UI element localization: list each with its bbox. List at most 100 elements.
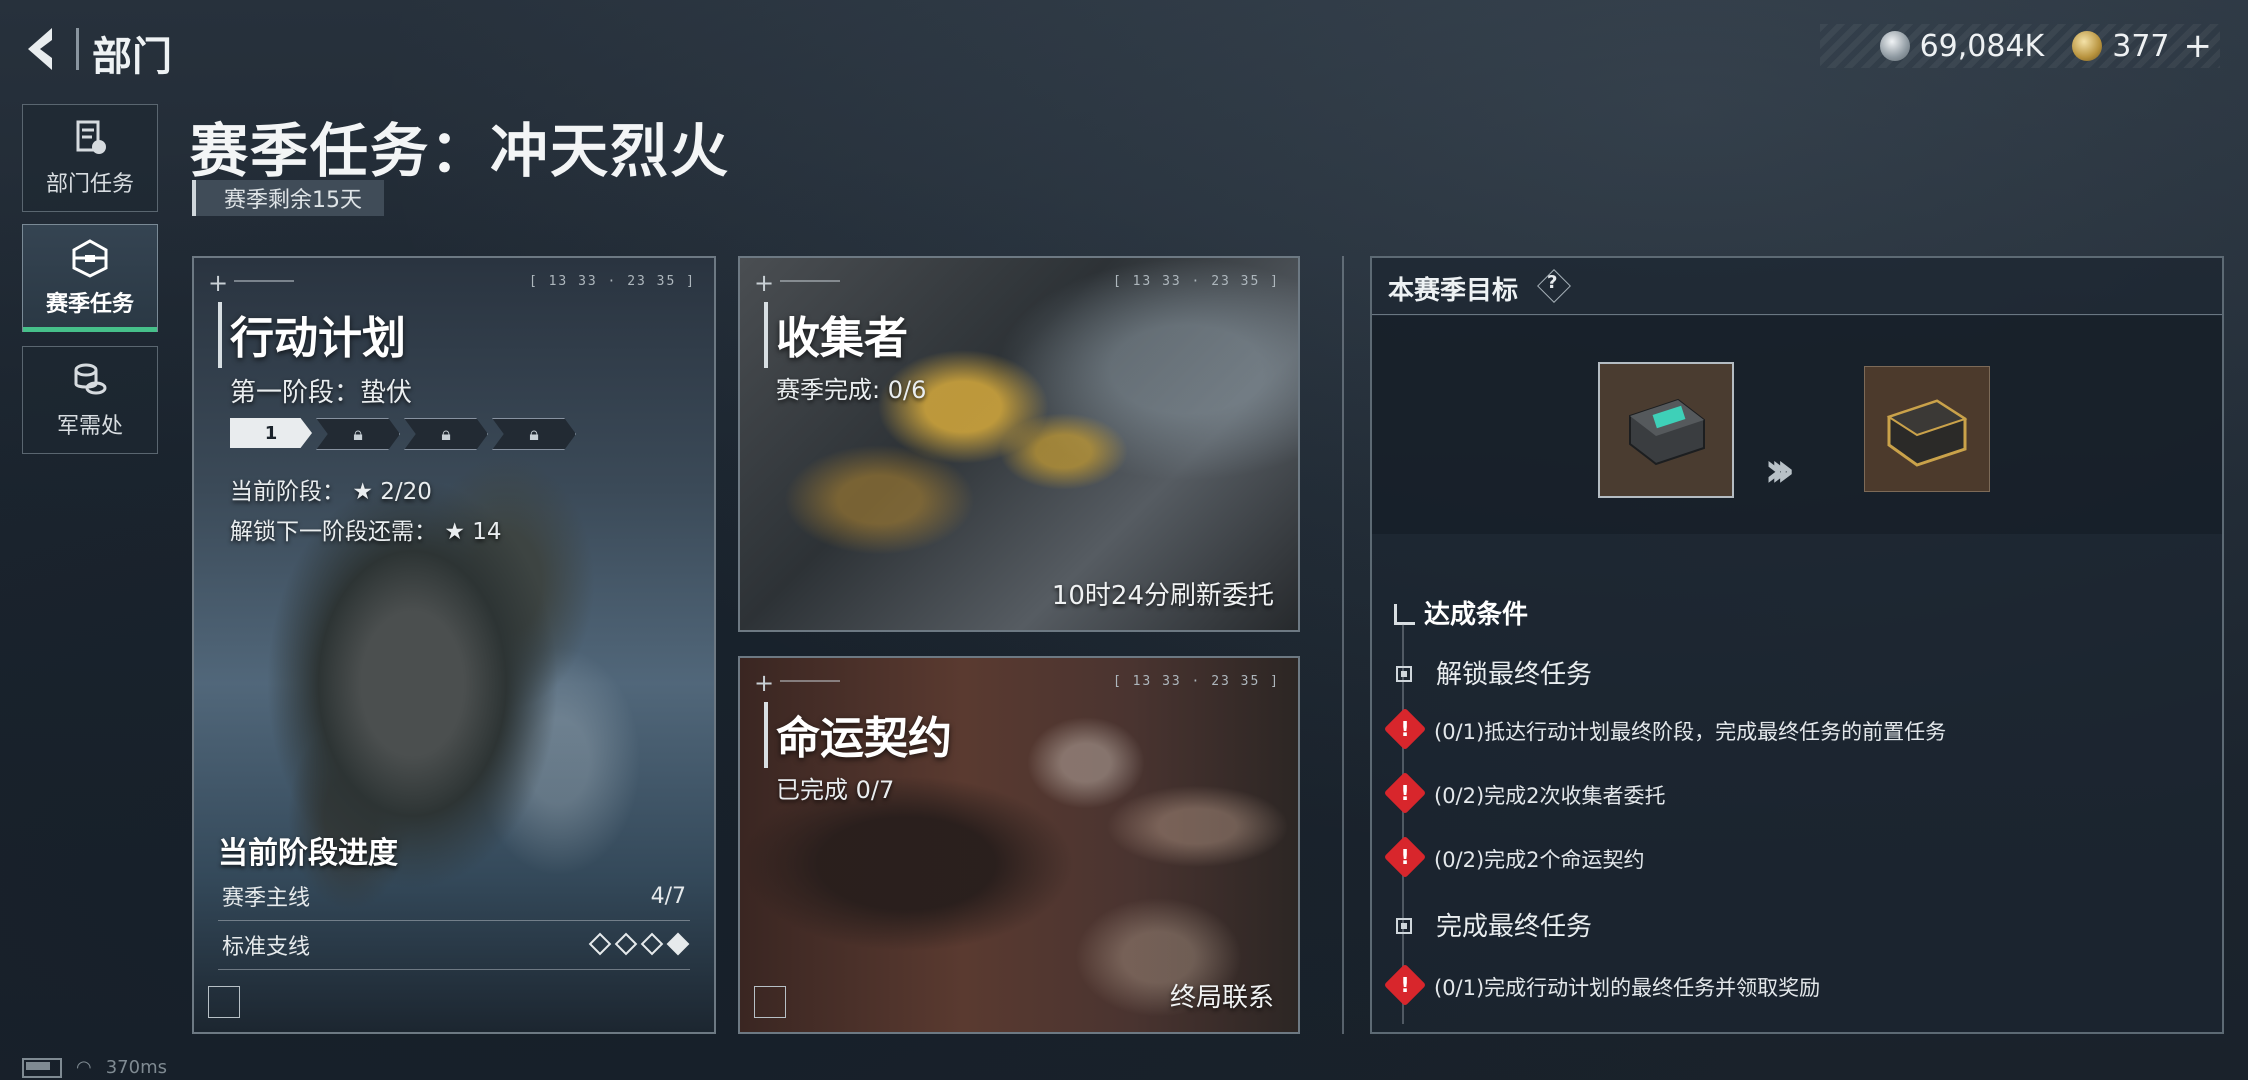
row-label: 标准支线: [222, 935, 311, 960]
diamond-done-icon: [666, 932, 690, 955]
reward-item-current[interactable]: [1598, 362, 1734, 498]
decor-line: [780, 680, 840, 682]
goal-title: 本赛季目标: [1388, 276, 1519, 306]
help-icon-glyph: ?: [1547, 272, 1558, 293]
stage-segment-locked: 🔒︎: [492, 418, 576, 450]
panel-divider: [1342, 256, 1344, 1034]
currency-bar: 69,084K 377 +: [1819, 24, 2220, 68]
warning-mark: !: [1400, 973, 1410, 997]
decor-line: [780, 280, 840, 282]
silver-amount: 69,084K: [1919, 28, 2045, 64]
goal-panel-header: 本赛季目标 ?: [1372, 258, 2222, 315]
warning-mark: !: [1400, 845, 1410, 869]
lock-icon: 🔒︎: [353, 423, 363, 445]
group-bullet-icon: [1396, 666, 1412, 682]
card-ticker: [ 13 33 · 23 35 ]: [528, 274, 696, 289]
diamond-empty-icon: [614, 932, 638, 955]
card-title: 命运契约: [776, 713, 952, 764]
card-title: 行动计划: [230, 313, 406, 364]
diamond-empty-icon: [640, 932, 664, 955]
decor-line: [234, 280, 294, 282]
gold-coin-icon: [2072, 31, 2103, 61]
system-status-bar: ◠ 370ms: [22, 1057, 167, 1078]
title-accent-bar: [218, 302, 222, 368]
requirement-item: (0/2)完成2个命运契约: [1434, 848, 1645, 872]
fate-progress: 已完成 0/7: [776, 776, 895, 804]
battery-icon: [22, 1057, 62, 1078]
card-stage: 第一阶段：蛰伏: [230, 378, 413, 408]
corner-cross-icon: +: [754, 269, 775, 297]
title-accent-bar: [764, 702, 768, 768]
progress-row-side: 标准支线: [218, 921, 690, 970]
sidebar-item-season-tasks[interactable]: 赛季任务: [22, 224, 158, 332]
document-badge-icon: [76, 120, 106, 154]
row-value: 4/7: [650, 883, 686, 909]
sidebar-item-label: 赛季任务: [45, 292, 134, 317]
collector-progress: 赛季完成: 0/6: [776, 376, 927, 404]
sidebar-item-dept-tasks[interactable]: 部门任务: [22, 104, 158, 212]
back-arrow-icon: [28, 28, 52, 70]
unlock-next-stars: 解锁下一阶段还需： ★ 14: [230, 512, 502, 546]
add-currency-button[interactable]: +: [2184, 26, 2213, 66]
group-bullet-icon: [1396, 918, 1412, 934]
ping-value: 370ms: [105, 1057, 167, 1078]
expand-corner-icon: [208, 986, 240, 1018]
coin-stack-icon: [74, 363, 107, 395]
condition-group-title: 完成最终任务: [1436, 912, 1593, 942]
progress-row-main: 赛季主线 4/7: [218, 872, 690, 921]
requirement-item: (0/1)完成行动计划的最终任务并领取奖励: [1434, 976, 1821, 1000]
crate-icon: [72, 239, 108, 278]
stage-segment-locked: 🔒︎: [316, 418, 400, 450]
corner-cross-icon: +: [208, 269, 229, 297]
requirement-item: (0/2)完成2次收集者委托: [1434, 784, 1666, 808]
lock-icon: 🔒︎: [529, 423, 539, 445]
card-ticker: [ 13 33 · 23 35 ]: [1112, 274, 1280, 289]
warning-mark: !: [1400, 781, 1410, 805]
gold-amount: 377: [2112, 28, 2170, 64]
collector-card[interactable]: + [ 13 33 · 23 35 ] 收集者 赛季完成: 0/6 10时24分…: [738, 256, 1300, 632]
expand-corner-icon: [754, 986, 786, 1018]
season-goal-panel: 本赛季目标 ? ››› 达成条件 解锁最终任务 ! (0/1)抵达行动计划最终阶…: [1370, 256, 2224, 1034]
season-remaining-badge: 赛季剩余15天: [192, 180, 384, 216]
warning-mark: !: [1400, 717, 1410, 741]
condition-group-title: 解锁最终任务: [1436, 660, 1593, 690]
title-accent-bar: [764, 302, 768, 368]
row-label: 赛季主线: [222, 886, 311, 911]
fate-contract-card[interactable]: + [ 13 33 · 23 35 ] 命运契约 已完成 0/7 终局联系: [738, 656, 1300, 1034]
green-case-icon: [1629, 398, 1705, 466]
header-divider: [76, 28, 79, 70]
requirement-item: (0/1)抵达行动计划最终阶段，完成最终任务的前置任务: [1434, 720, 1947, 744]
stage-progress-box: 当前阶段进度 赛季主线 4/7 标准支线: [218, 828, 690, 970]
upgrade-arrow-icon: ›››: [1764, 442, 1796, 498]
stage-segment-locked: 🔒︎: [404, 418, 488, 450]
page-title: 赛季任务：冲天烈火: [190, 117, 731, 185]
side-progress-diamonds: [582, 932, 690, 958]
conditions-bracket-icon: [1394, 604, 1415, 625]
stage-segment-1: 1: [230, 418, 312, 448]
current-stage-stars: 当前阶段： ★ 2/20: [230, 472, 432, 506]
stage-progress: 1 🔒︎ 🔒︎ 🔒︎: [230, 418, 576, 450]
gold-case-icon: [1886, 399, 1968, 467]
progress-title: 当前阶段进度: [218, 836, 398, 871]
diamond-empty-icon: [588, 932, 612, 955]
unlock-value: ★ 14: [444, 519, 502, 545]
card-ticker: [ 13 33 · 23 35 ]: [1112, 674, 1280, 689]
wifi-icon: ◠: [76, 1057, 92, 1078]
action-plan-card[interactable]: + [ 13 33 · 23 35 ] 行动计划 第一阶段：蛰伏 1 🔒︎ 🔒︎…: [192, 256, 716, 1034]
endgame-contact-label: 终局联系: [1169, 983, 1274, 1013]
conditions-title: 达成条件: [1424, 600, 1529, 630]
reward-strip: ›››: [1372, 316, 2222, 534]
sidebar-item-quartermaster[interactable]: 军需处: [22, 346, 158, 454]
silver-coin-icon: [1879, 31, 1910, 61]
card-title: 收集者: [776, 313, 908, 364]
refresh-timer: 10时24分刷新委托: [1051, 581, 1274, 611]
page-header-title: 部门: [92, 34, 172, 80]
current-stage-value: ★ 2/20: [352, 479, 432, 505]
current-stage-label: 当前阶段：: [230, 479, 345, 505]
unlock-label: 解锁下一阶段还需：: [230, 519, 437, 545]
sidebar-item-label: 军需处: [56, 414, 123, 439]
reward-item-final[interactable]: [1864, 366, 1990, 492]
back-button[interactable]: [22, 22, 70, 76]
corner-cross-icon: +: [754, 669, 775, 697]
lock-icon: 🔒︎: [441, 423, 451, 445]
